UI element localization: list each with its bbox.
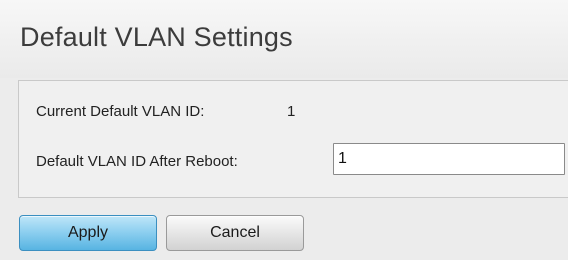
- title-bar: Default VLAN Settings: [0, 0, 568, 78]
- current-default-vlan-label: Current Default VLAN ID:: [36, 103, 205, 120]
- current-default-vlan-value: 1: [287, 103, 296, 120]
- action-buttons: Apply Cancel: [0, 200, 568, 260]
- vlan-settings-panel: Current Default VLAN ID: 1 Default VLAN …: [18, 80, 568, 198]
- page-title: Default VLAN Settings: [20, 22, 293, 52]
- apply-button[interactable]: Apply: [19, 215, 157, 251]
- cancel-button[interactable]: Cancel: [166, 215, 304, 251]
- default-vlan-after-reboot-input[interactable]: [333, 143, 565, 175]
- default-vlan-after-reboot-label: Default VLAN ID After Reboot:: [36, 153, 238, 170]
- default-vlan-settings-page: Default VLAN Settings Current Default VL…: [0, 0, 568, 260]
